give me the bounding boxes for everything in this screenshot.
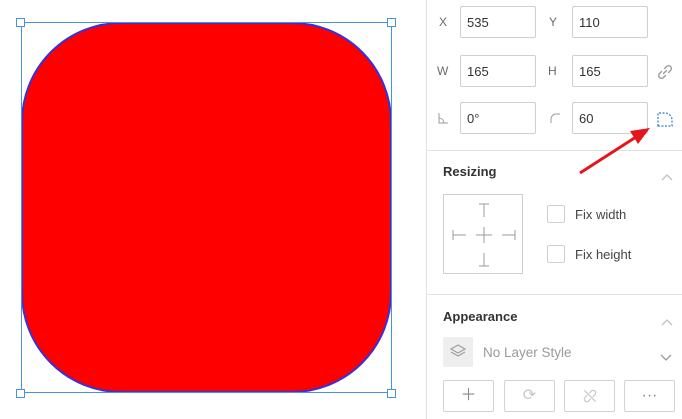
rotation-field[interactable]: 0°	[460, 102, 536, 134]
resize-handle-top-left[interactable]	[16, 18, 25, 27]
chevron-up-icon[interactable]	[661, 168, 673, 181]
annotation-arrow	[579, 128, 650, 175]
fix-height-label: Fix height	[575, 247, 632, 262]
divider	[427, 294, 682, 295]
fix-height-checkbox[interactable]	[547, 245, 565, 263]
size-row: W 165 H 165	[427, 55, 682, 87]
fix-width-label: Fix width	[575, 207, 627, 222]
resize-handle-bottom-right[interactable]	[387, 389, 396, 398]
selection-frame	[21, 22, 392, 393]
more-button[interactable]: ···	[624, 380, 675, 412]
resizing-title: Resizing	[443, 164, 497, 179]
width-field[interactable]: 165	[460, 55, 536, 87]
y-label: Y	[549, 15, 558, 29]
x-field[interactable]: 535	[460, 6, 536, 38]
h-label: H	[548, 64, 557, 78]
height-field[interactable]: 165	[572, 55, 648, 87]
chevron-down-icon[interactable]	[660, 349, 672, 361]
add-style-button[interactable]: ＋	[443, 380, 494, 412]
appearance-title: Appearance	[443, 309, 518, 324]
detach-style-icon	[582, 381, 598, 411]
chevron-up-icon[interactable]	[661, 313, 673, 326]
more-icon: ···	[641, 387, 658, 404]
layer-style-select[interactable]: No Layer Style	[483, 345, 572, 360]
inspector-panel: X 535 Y 110 W 165 H 165 0° 60 Resizing F…	[426, 0, 682, 419]
x-label: X	[439, 15, 448, 29]
y-field[interactable]: 110	[572, 6, 648, 38]
corner-radius-icon	[549, 111, 561, 123]
resize-handle-top-right[interactable]	[387, 18, 396, 27]
w-label: W	[437, 64, 449, 78]
add-style-icon: ＋	[460, 387, 477, 404]
canvas[interactable]	[0, 0, 427, 419]
detach-style-button[interactable]	[564, 380, 615, 412]
resize-handle-bottom-left[interactable]	[16, 389, 25, 398]
layer-style-icon	[443, 337, 473, 367]
resizing-constraints-widget[interactable]	[443, 194, 523, 274]
sync-style-icon: ⟳	[522, 387, 537, 404]
position-row: X 535 Y 110	[427, 6, 682, 38]
angle-icon	[437, 111, 449, 124]
fix-width-checkbox[interactable]	[547, 205, 565, 223]
sync-style-button[interactable]: ⟳	[504, 380, 555, 412]
link-icon[interactable]	[656, 63, 674, 81]
